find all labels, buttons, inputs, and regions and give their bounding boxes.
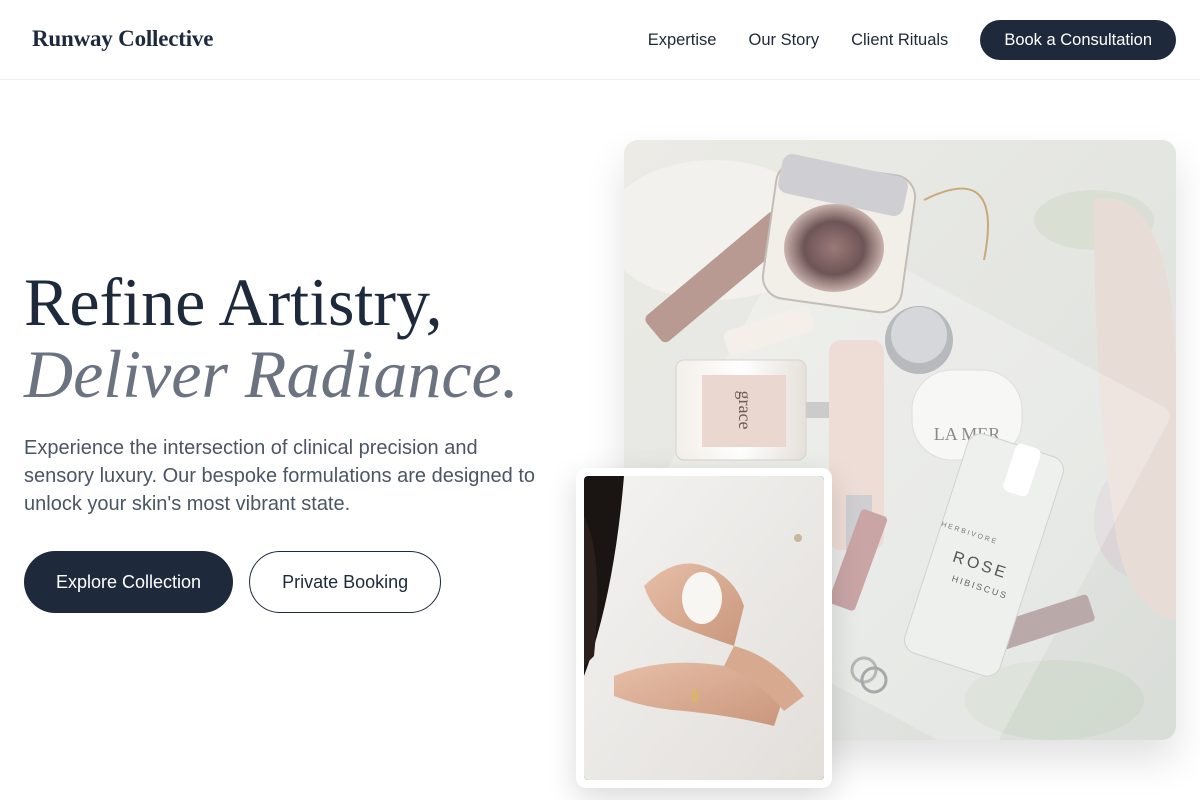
hero-buttons: Explore Collection Private Booking <box>24 551 442 613</box>
hero-title: Refine Artistry, Deliver Radiance. <box>24 266 519 410</box>
hands-applying-cream-photo <box>584 476 824 780</box>
hero-title-line2: Deliver Radiance. <box>24 336 519 412</box>
private-booking-button[interactable]: Private Booking <box>249 551 442 613</box>
explore-collection-button[interactable]: Explore Collection <box>24 551 234 613</box>
hands-applying-cream-image <box>584 476 824 780</box>
hero-description: Experience the intersection of clinical … <box>24 437 536 515</box>
site-header: Runway Collective Expertise Our Story Cl… <box>0 0 1200 80</box>
book-consultation-button[interactable]: Book a Consultation <box>980 20 1176 60</box>
grace-label: grace <box>735 391 755 430</box>
main-nav: Expertise Our Story Client Rituals Book … <box>648 20 1176 60</box>
nav-link-our-story[interactable]: Our Story <box>748 31 819 50</box>
hero-title-line1: Refine Artistry, <box>24 264 443 340</box>
inset-photo-frame <box>576 468 832 788</box>
nav-link-expertise[interactable]: Expertise <box>648 31 717 50</box>
brand-logo[interactable]: Runway Collective <box>32 26 213 52</box>
nav-link-client-rituals[interactable]: Client Rituals <box>851 31 948 50</box>
